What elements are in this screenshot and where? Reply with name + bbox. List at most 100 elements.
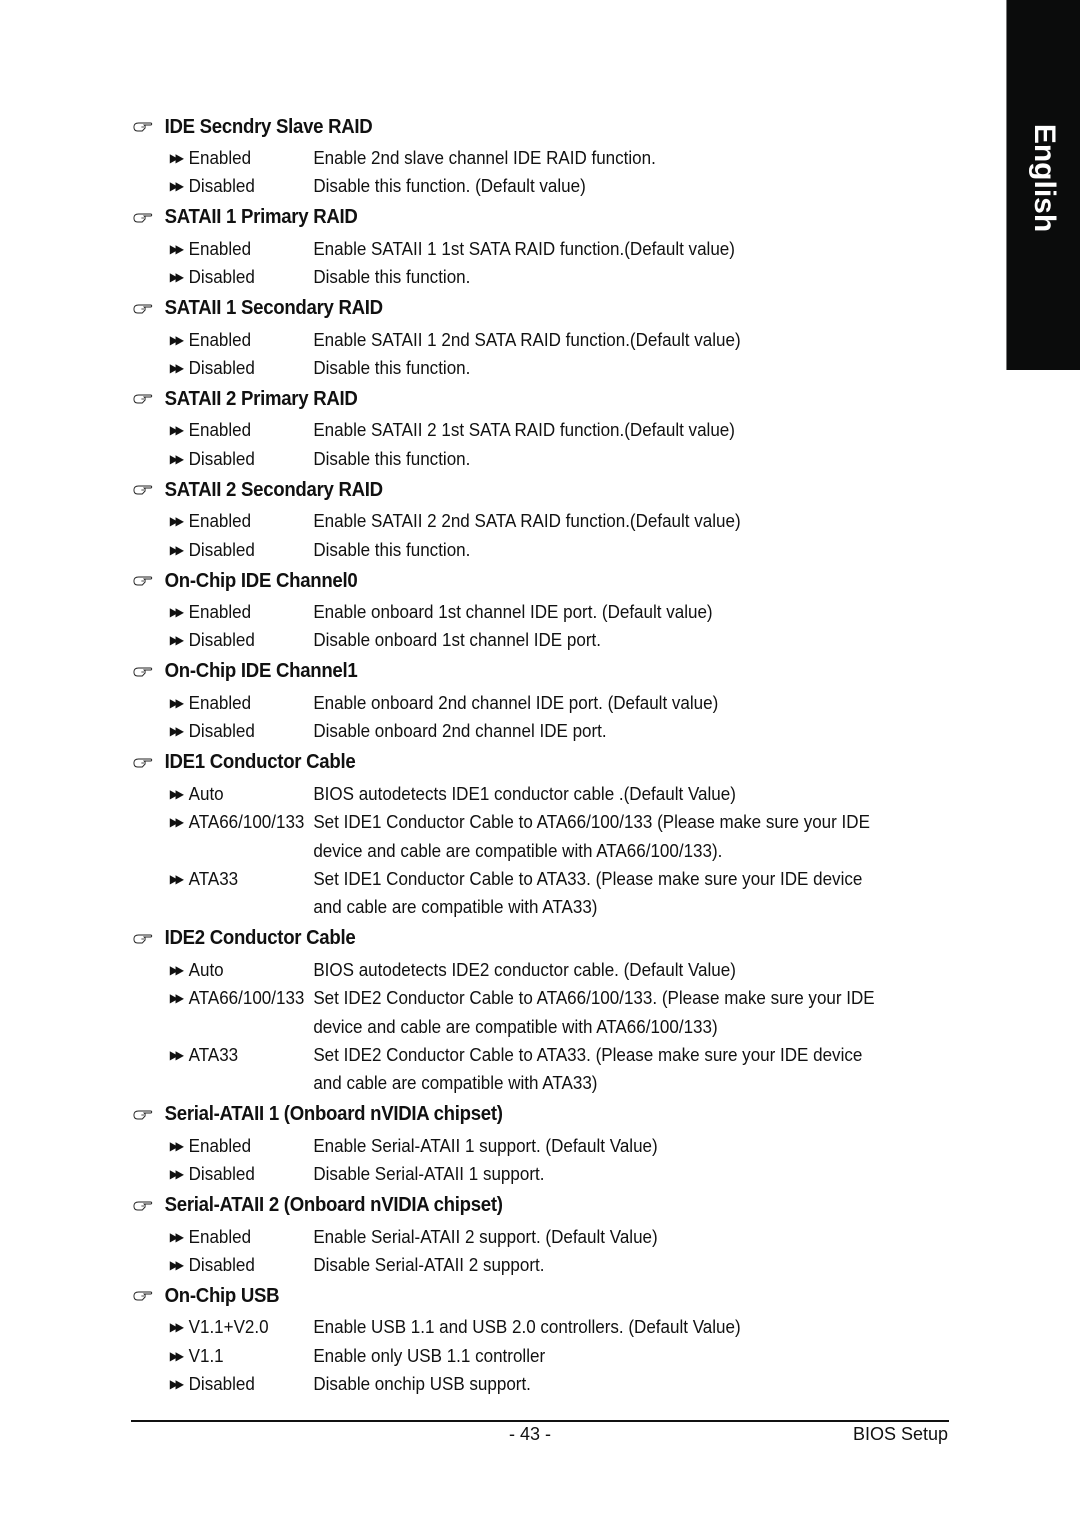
option-name-cell: ▶▶ Enabled [133, 507, 313, 535]
option-name-cell: ▶▶ Enabled [133, 235, 313, 263]
language-side-tab: English [1006, 0, 1080, 370]
option-description: device and cable are compatible with ATA… [313, 1015, 718, 1037]
footer-divider [131, 1420, 949, 1422]
double-triangle-bullet-icon: ▶▶ [169, 815, 184, 830]
option-description: Enable only USB 1.1 controller [313, 1344, 546, 1366]
option-name: Enabled [188, 328, 252, 350]
pointing-hand-icon [133, 1290, 165, 1302]
option-name-cell: ▶▶ Disabled [133, 536, 313, 564]
pointing-hand-icon [133, 666, 165, 678]
option-name-cell: ▶▶ Disabled [133, 172, 313, 200]
option-name-cell: ▶▶ Disabled [133, 1370, 313, 1398]
option-name-cell: ▶▶ Disabled [133, 354, 313, 382]
option-row-continuation: device and cable are compatible with ATA… [133, 837, 933, 865]
pointing-hand-icon [133, 757, 165, 769]
option-row: ▶▶ Enabled Enable 2nd slave channel IDE RA… [133, 144, 933, 172]
option-row: ▶▶ Enabled Enable Serial-ATAII 2 support. … [133, 1223, 933, 1251]
option-row: ▶▶ Disabled Disable Serial-ATAII 2 support… [133, 1251, 933, 1279]
bios-setting-section: IDE2 Conductor Cable ▶▶ Auto BIOS autodetec… [133, 922, 953, 1098]
option-name-cell: ▶▶ ATA66/100/133 [133, 808, 313, 836]
option-description: Disable onchip USB support. [313, 1373, 531, 1395]
pointing-hand-icon [133, 303, 165, 315]
option-row: ▶▶ Enabled Enable onboard 2nd channel IDE … [133, 689, 933, 717]
option-name: Enabled [188, 147, 252, 168]
option-name: Enabled [188, 1225, 252, 1247]
option-name-cell: ▶▶ ATA33 [133, 865, 313, 893]
option-row: ▶▶ Enabled Enable SATAII 1 1st SATA RAID f… [133, 235, 933, 263]
option-name: Disabled [188, 175, 255, 197]
pointing-hand-icon [133, 121, 165, 133]
option-name-cell: ▶▶ Enabled [133, 144, 313, 172]
option-row: ▶▶ Auto BIOS autodetects IDE2 conductor ca… [133, 956, 933, 984]
pointing-hand-icon [133, 393, 165, 405]
bios-setting-section: On-Chip IDE Channel1 ▶▶ Enabled Enable onbo… [133, 655, 953, 746]
option-description: BIOS autodetects IDE1 conductor cable .(… [313, 782, 736, 804]
setting-title-text: SATAII 2 Primary RAID [164, 387, 358, 410]
setting-title: On-Chip IDE Channel0 [133, 564, 896, 598]
option-name-cell: ▶▶ V1.1 [133, 1342, 313, 1370]
setting-title: IDE1 Conductor Cable [133, 746, 896, 780]
option-row: ▶▶ Enabled Enable Serial-ATAII 1 support. … [133, 1132, 933, 1160]
option-name: ATA33 [188, 1043, 239, 1065]
option-row-continuation: device and cable are compatible with ATA… [133, 1013, 933, 1041]
setting-title-text: On-Chip IDE Channel0 [164, 569, 358, 592]
double-triangle-bullet-icon: ▶▶ [169, 1348, 184, 1363]
option-description: Enable SATAII 1 1st SATA RAID function.(… [313, 237, 735, 259]
option-name: Disabled [188, 447, 255, 469]
bios-options-list: IDE Secndry Slave RAID ▶▶ Enabled Enable 2n… [133, 110, 953, 1399]
option-name-cell: ▶▶ Auto [133, 780, 313, 808]
setting-title: On-Chip IDE Channel1 [133, 655, 896, 689]
bios-setting-section: SATAII 2 Primary RAID ▶▶ Enabled Enable SAT… [133, 382, 953, 473]
setting-title: Serial-ATAII 2 (Onboard nVIDIA chipset) [133, 1189, 896, 1223]
option-description: BIOS autodetects IDE2 conductor cable. (… [313, 958, 736, 980]
setting-title-text: On-Chip IDE Channel1 [164, 660, 358, 683]
option-name: Enabled [188, 691, 252, 713]
option-row: ▶▶ ATA33 Set IDE2 Conductor Cable to ATA33… [133, 1041, 933, 1069]
option-description: Enable 2nd slave channel IDE RAID functi… [313, 147, 656, 168]
option-row: ▶▶ Auto BIOS autodetects IDE1 conductor ca… [133, 780, 933, 808]
option-name: Disabled [188, 1373, 255, 1395]
bios-setting-section: On-Chip USB ▶▶ V1.1+V2.0 Enable USB 1.1 and… [133, 1279, 953, 1398]
double-triangle-bullet-icon: ▶▶ [169, 786, 184, 801]
option-description: Enable onboard 2nd channel IDE port. (De… [313, 691, 719, 713]
setting-title-text: IDE1 Conductor Cable [164, 751, 356, 774]
setting-title: SATAII 2 Secondary RAID [133, 473, 896, 507]
option-row-continuation: and cable are compatible with ATA33) [133, 1069, 933, 1097]
option-name: ATA66/100/133 [188, 811, 305, 833]
option-description: Disable onboard 1st channel IDE port. [313, 629, 601, 651]
double-triangle-bullet-icon: ▶▶ [169, 332, 184, 347]
option-name: Enabled [188, 1134, 252, 1156]
bios-setting-section: SATAII 1 Primary RAID ▶▶ Enabled Enable SAT… [133, 201, 953, 292]
bios-setting-section: SATAII 2 Secondary RAID ▶▶ Enabled Enable S… [133, 473, 953, 564]
option-row: ▶▶ Disabled Disable this function. [133, 263, 933, 291]
option-name-cell: ▶▶ Disabled [133, 1160, 313, 1188]
option-description: Set IDE1 Conductor Cable to ATA33. (Plea… [313, 867, 863, 889]
setting-title-text: SATAII 2 Secondary RAID [164, 478, 383, 501]
option-description: device and cable are compatible with ATA… [313, 839, 723, 861]
double-triangle-bullet-icon: ▶▶ [169, 605, 184, 620]
option-description: Set IDE2 Conductor Cable to ATA33. (Plea… [313, 1043, 863, 1065]
option-row: ▶▶ V1.1+V2.0 Enable USB 1.1 and USB 2.0 co… [133, 1313, 933, 1341]
option-row: ▶▶ ATA33 Set IDE1 Conductor Cable to ATA33… [133, 865, 933, 893]
option-description: and cable are compatible with ATA33) [313, 1072, 598, 1094]
setting-title: IDE2 Conductor Cable [133, 922, 896, 956]
option-description: Disable this function. [313, 266, 471, 288]
option-description: Enable onboard 1st channel IDE port. (De… [313, 601, 713, 623]
double-triangle-bullet-icon: ▶▶ [169, 514, 184, 529]
option-row: ▶▶ Disabled Disable onchip USB support. [133, 1370, 933, 1398]
double-triangle-bullet-icon: ▶▶ [169, 1229, 184, 1244]
footer-section-label: BIOS Setup [852, 1424, 948, 1444]
pointing-hand-icon [133, 933, 165, 945]
option-row-continuation: and cable are compatible with ATA33) [133, 893, 933, 921]
option-name: Enabled [188, 419, 252, 441]
double-triangle-bullet-icon: ▶▶ [169, 542, 184, 557]
bios-setting-section: On-Chip IDE Channel0 ▶▶ Enabled Enable onbo… [133, 564, 953, 655]
option-description: Enable SATAII 2 1st SATA RAID function.(… [313, 419, 735, 441]
option-name: V1.1 [188, 1344, 224, 1366]
option-row: ▶▶ Enabled Enable SATAII 2 1st SATA RAID f… [133, 416, 933, 444]
bios-setting-section: IDE Secndry Slave RAID ▶▶ Enabled Enable 2n… [133, 110, 953, 201]
option-description: Enable SATAII 2 2nd SATA RAID function.(… [313, 510, 741, 532]
option-name-cell: ▶▶ Enabled [133, 1132, 313, 1160]
option-name: Disabled [188, 357, 255, 379]
option-name-cell: ▶▶ Disabled [133, 263, 313, 291]
